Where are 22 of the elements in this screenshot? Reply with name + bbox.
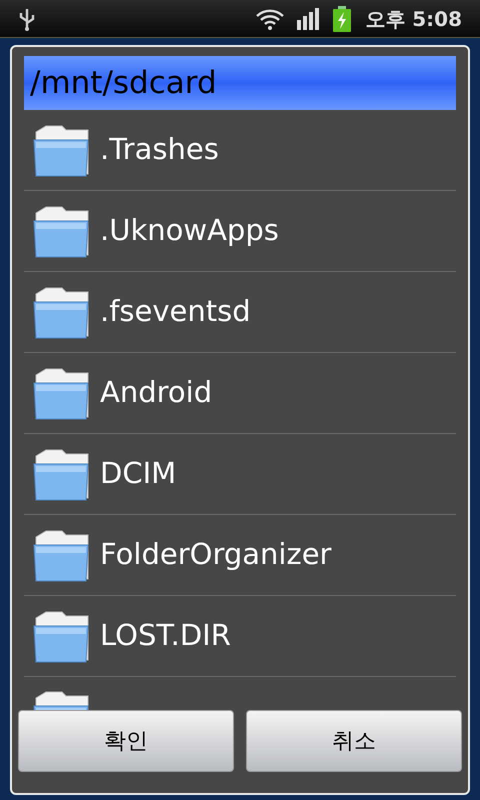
clock-time: 오후 5:08 bbox=[365, 6, 462, 32]
folder-row[interactable]: LOST.DIR bbox=[24, 596, 456, 677]
folder-row[interactable]: Android bbox=[24, 353, 456, 434]
folder-row[interactable]: DCIM bbox=[24, 434, 456, 515]
wifi-icon bbox=[255, 6, 286, 30]
folder-name: LOST.DIR bbox=[100, 617, 231, 654]
dialog-button[interactable]: 확인 bbox=[18, 710, 234, 772]
path-header: /mnt/sdcard bbox=[24, 56, 456, 110]
folder-name: Android bbox=[100, 374, 212, 412]
signal-icon bbox=[297, 8, 322, 30]
dialog-button[interactable]: 취소 bbox=[246, 710, 462, 772]
folder-row[interactable]: FolderOrganizer bbox=[24, 515, 456, 596]
folder-row[interactable]: .UknowApps bbox=[24, 191, 456, 272]
folder-name: .fseventsd bbox=[100, 293, 251, 330]
folder-name: FolderOrganizer bbox=[100, 536, 332, 574]
folder-name: .UknowApps bbox=[100, 212, 279, 250]
folder-row[interactable]: .Trashes bbox=[24, 110, 456, 191]
folder-name: .Trashes bbox=[100, 131, 219, 168]
usb-icon bbox=[18, 6, 36, 30]
folder-row[interactable]: .fseventsd bbox=[24, 272, 456, 353]
battery-charging-icon bbox=[333, 6, 352, 32]
folder-name: DCIM bbox=[100, 455, 176, 492]
